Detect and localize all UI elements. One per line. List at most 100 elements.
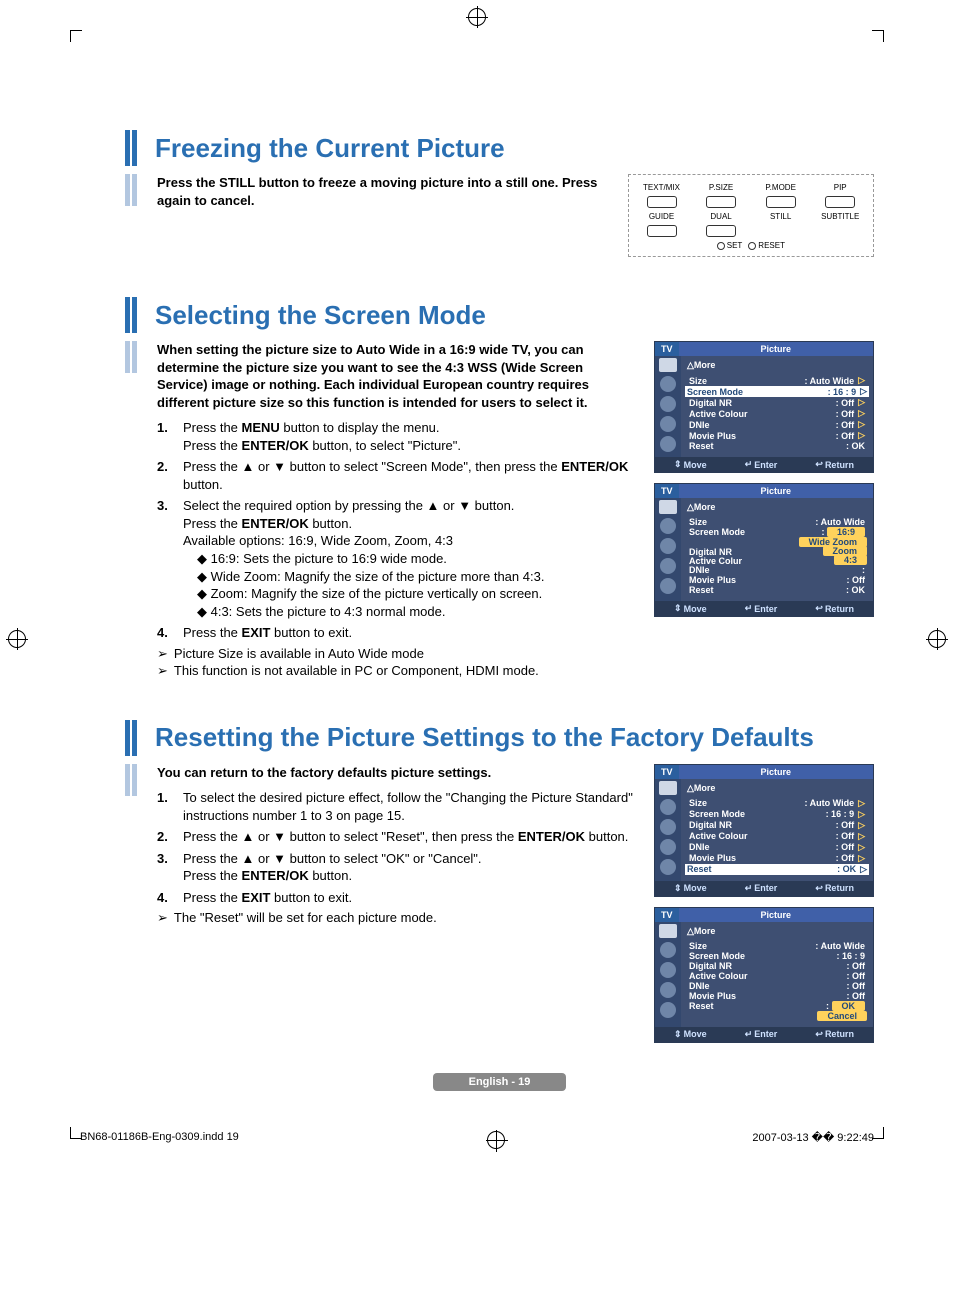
osd-tab-tv: TV: [655, 765, 679, 779]
section-accent-bars: [125, 130, 137, 166]
section-accent-bars: [125, 720, 137, 756]
osd-row-movieplus: Movie Plus: Off▷: [687, 430, 867, 441]
osd-icon-strip: [655, 922, 681, 1027]
remote-button-psize: [706, 196, 736, 208]
osd-row-size: Size: Auto Wide: [687, 517, 867, 527]
remote-label-guide: GUIDE: [635, 212, 689, 221]
osd-row-digitalnr: Digital NR: Off▷: [687, 397, 867, 408]
remote-button-dual: [706, 225, 736, 237]
osd-title: Picture: [679, 484, 873, 498]
remote-label-psize: P.SIZE: [694, 183, 748, 192]
osd-more: △More: [687, 360, 867, 371]
osd-picture-menu-4: TVPicture △More Size: Auto Wide Screen M…: [654, 907, 874, 1043]
osd-row-movieplus: Movie Plus: Off: [687, 575, 867, 585]
osd-row-screenmode: Screen Mode: 16:9: [687, 527, 867, 537]
remote-button-pip: [825, 196, 855, 208]
osd-row-movieplus: Movie Plus: Off: [687, 991, 867, 1001]
osd-row-reset: Reset: OK: [687, 585, 867, 595]
osd-icon-strip: [655, 498, 681, 601]
osd-row-movieplus: Movie Plus: Off▷: [687, 853, 867, 864]
osd-row-reset: Reset: OK: [687, 1001, 867, 1011]
osd-footer: ⇕ Move ↵ Enter ↩ Return: [655, 881, 873, 896]
osd-row-screenmode-selected: Screen Mode: 16 : 9▷: [685, 386, 869, 397]
osd-icon-strip: [655, 779, 681, 881]
osd-row-size: Size: Auto Wide▷: [687, 375, 867, 386]
osd-footer: ⇕ Move ↵ Enter ↩ Return: [655, 457, 873, 472]
remote-button-textmix: [647, 196, 677, 208]
osd-opt-ok: OK: [832, 1001, 866, 1011]
osd-opt-cancel: Cancel: [817, 1011, 867, 1021]
step-4: 4.Press the EXIT button to exit.: [157, 889, 634, 907]
heading-reset: Resetting the Picture Settings to the Fa…: [155, 722, 814, 753]
step-3: 3.Press the ▲ or ▼ button to select "OK"…: [157, 850, 634, 885]
page-number-pill: English - 19: [433, 1073, 567, 1091]
intro-reset: You can return to the factory defaults p…: [157, 764, 634, 782]
osd-title: Picture: [679, 908, 873, 922]
osd-row-reset: Reset: OK: [687, 441, 867, 451]
remote-illustration: TEXT/MIX P.SIZE P.MODE PIP GUIDE DUAL ST…: [628, 174, 874, 257]
note-2: ➢This function is not available in PC or…: [157, 663, 634, 680]
remote-label-textmix: TEXT/MIX: [635, 183, 689, 192]
step-2: 2. Press the ▲ or ▼ button to select "Sc…: [157, 458, 634, 493]
osd-footer: ⇕ Move ↵ Enter ↩ Return: [655, 601, 873, 616]
osd-icon-strip: [655, 356, 681, 457]
indent-accent-bars: [125, 174, 137, 206]
option-43: ◆ 4:3: Sets the picture to 4:3 normal mo…: [197, 603, 544, 621]
footer-date: 2007-03-13 �� 9:22:49: [752, 1131, 874, 1149]
intro-selecting: When setting the picture size to Auto Wi…: [157, 341, 634, 411]
osd-row-reset-selected: Reset: OK▷: [685, 864, 869, 875]
option-widezoom: ◆ Wide Zoom: Magnify the size of the pic…: [197, 568, 544, 586]
osd-row-activecolour: Active Colour: Off: [687, 971, 867, 981]
osd-more: △More: [687, 502, 867, 513]
osd-row-dnie: DNIe: Off▷: [687, 419, 867, 430]
osd-footer: ⇕ Move ↵ Enter ↩ Return: [655, 1027, 873, 1042]
option-zoom: ◆ Zoom: Magnify the size of the picture …: [197, 585, 544, 603]
intro-freezing: Press the STILL button to freeze a movin…: [157, 174, 608, 209]
remote-label-pip: PIP: [813, 183, 867, 192]
option-169: ◆ 16:9: Sets the picture to 16:9 wide mo…: [197, 550, 544, 568]
heading-freezing: Freezing the Current Picture: [155, 133, 505, 164]
osd-row-screenmode: Screen Mode: 16 : 9▷: [687, 809, 867, 820]
remote-button-guide: [647, 225, 677, 237]
osd-picture-menu-3: TVPicture △More Size: Auto Wide▷ Screen …: [654, 764, 874, 897]
osd-row-digitalnr: Digital NR: Off▷: [687, 820, 867, 831]
remote-label-subtitle: SUBTITLE: [813, 212, 867, 221]
step-2: 2.Press the ▲ or ▼ button to select "Res…: [157, 828, 634, 846]
osd-title: Picture: [679, 342, 873, 356]
remote-label-dual: DUAL: [694, 212, 748, 221]
osd-picture-menu-2: TVPicture △More Size: Auto Wide Screen M…: [654, 483, 874, 617]
osd-row-dnie: DNIe: Off: [687, 981, 867, 991]
osd-tab-tv: TV: [655, 342, 679, 356]
osd-row-activecolour: Active Colour: Off▷: [687, 831, 867, 842]
registration-mark-bottom: [487, 1131, 505, 1149]
note-1: ➢The "Reset" will be set for each pictur…: [157, 910, 634, 927]
remote-label-still: STILL: [754, 212, 808, 221]
note-icon: ➢: [157, 910, 168, 927]
remote-button-pmode: [766, 196, 796, 208]
step-1: 1.To select the desired picture effect, …: [157, 789, 634, 824]
note-1: ➢Picture Size is available in Auto Wide …: [157, 646, 634, 663]
remote-label-reset: RESET: [748, 241, 785, 250]
remote-label-set: SET: [717, 241, 743, 250]
indent-accent-bars: [125, 764, 137, 796]
osd-row-screenmode: Screen Mode: 16 : 9: [687, 951, 867, 961]
osd-more: △More: [687, 783, 867, 794]
osd-title: Picture: [679, 765, 873, 779]
step-3: 3. Select the required option by pressin…: [157, 497, 634, 620]
osd-row-size: Size: Auto Wide: [687, 941, 867, 951]
section-accent-bars: [125, 297, 137, 333]
osd-tab-tv: TV: [655, 484, 679, 498]
heading-selecting: Selecting the Screen Mode: [155, 300, 486, 331]
osd-picture-menu-1: TVPicture △More Size: Auto Wide▷ Screen …: [654, 341, 874, 473]
note-icon: ➢: [157, 646, 168, 663]
remote-label-pmode: P.MODE: [754, 183, 808, 192]
osd-row-dnie: DNIe:: [687, 565, 867, 575]
footer-docid: BN68-01186B-Eng-0309.indd 19: [80, 1131, 239, 1149]
osd-row-activecolour: Active Colour: Off▷: [687, 408, 867, 419]
osd-more: △More: [687, 926, 867, 937]
step-1: 1. Press the MENU button to display the …: [157, 419, 634, 454]
indent-accent-bars: [125, 341, 137, 373]
osd-opt-169: 16:9: [827, 527, 865, 537]
osd-row-size: Size: Auto Wide▷: [687, 798, 867, 809]
osd-tab-tv: TV: [655, 908, 679, 922]
